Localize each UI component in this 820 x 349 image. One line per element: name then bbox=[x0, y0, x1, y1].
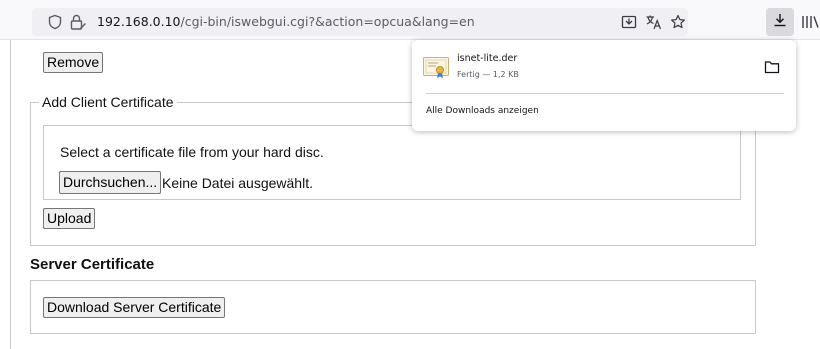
download-server-certificate-button[interactable]: Download Server Certificate bbox=[43, 297, 226, 318]
upload-button[interactable]: Upload bbox=[43, 208, 96, 229]
translate-icon[interactable] bbox=[644, 12, 664, 32]
download-button[interactable] bbox=[766, 8, 794, 36]
downloads-panel: isnet-lite.der Fertig — 1,2 KB Alle Down… bbox=[412, 40, 796, 131]
star-icon[interactable] bbox=[668, 12, 688, 32]
downloads-separator bbox=[426, 93, 784, 94]
page-left-border bbox=[10, 40, 11, 349]
download-status: Fertig — 1,2 KB bbox=[457, 70, 519, 79]
folder-icon[interactable] bbox=[763, 59, 781, 75]
browse-button[interactable]: Durchsuchen... bbox=[59, 171, 162, 194]
add-client-certificate-legend: Add Client Certificate bbox=[42, 94, 174, 110]
url-text[interactable]: 192.168.0.10/cgi-bin/iswebgui.cgi?&actio… bbox=[97, 14, 475, 29]
reader-view-icon[interactable] bbox=[619, 12, 639, 32]
browser-toolbar: 192.168.0.10/cgi-bin/iswebgui.cgi?&actio… bbox=[0, 0, 820, 40]
url-host: 192.168.0.10 bbox=[97, 14, 181, 29]
download-file-name: isnet-lite.der bbox=[457, 53, 518, 64]
lock-icon[interactable] bbox=[68, 12, 88, 32]
show-all-downloads-link[interactable]: Alle Downloads anzeigen bbox=[426, 106, 539, 116]
no-file-selected-text: Keine Datei ausgewählt. bbox=[162, 175, 313, 191]
url-path: /cgi-bin/iswebgui.cgi?&action=opcua&lang… bbox=[180, 14, 475, 29]
select-file-instruction: Select a certificate file from your hard… bbox=[60, 144, 324, 160]
certificate-file-icon bbox=[423, 57, 449, 79]
download-icon bbox=[772, 12, 788, 33]
url-bar[interactable]: 192.168.0.10/cgi-bin/iswebgui.cgi?&actio… bbox=[32, 8, 688, 36]
remove-button[interactable]: Remove bbox=[43, 52, 104, 73]
library-icon[interactable] bbox=[800, 12, 820, 32]
shield-icon[interactable] bbox=[45, 12, 65, 32]
server-certificate-heading: Server Certificate bbox=[30, 256, 155, 273]
